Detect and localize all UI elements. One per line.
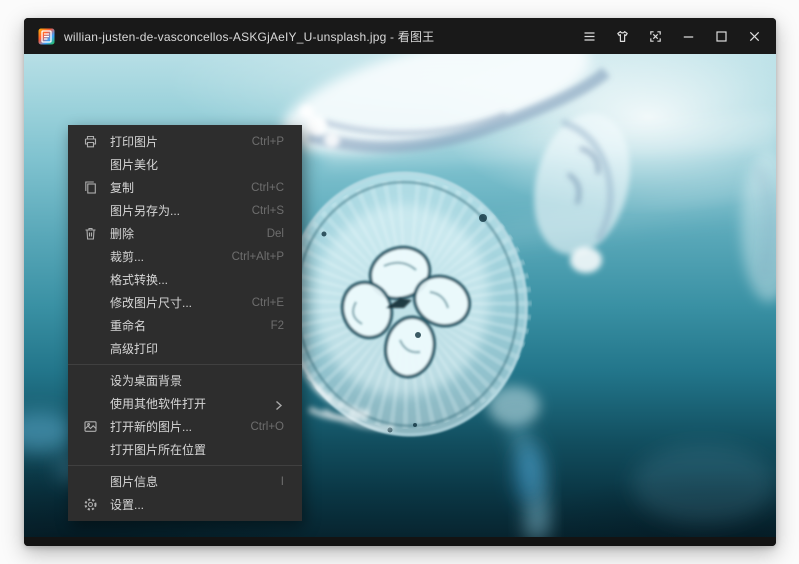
submenu-arrow-icon [273,398,284,409]
menu-item-shortcut: Ctrl+E [252,297,284,309]
menu-item-delete[interactable]: 删除 Del [68,222,302,245]
menu-item-label: 打印图片 [110,133,240,150]
menu-item-label: 裁剪... [110,248,220,265]
menu-separator [68,465,302,466]
menu-item-open-with[interactable]: 使用其他软件打开 [68,392,302,415]
menu-item-shortcut: Ctrl+Alt+P [232,251,284,263]
menu-item-open-new[interactable]: 打开新的图片... Ctrl+O [68,415,302,438]
app-icon[interactable] [38,28,55,45]
menu-item-label: 复制 [110,179,239,196]
menu-item-advanced-print[interactable]: 高级打印 [68,337,302,360]
trash-icon [82,226,98,242]
menu-item-shortcut: I [281,476,284,488]
menu-item-resize[interactable]: 修改图片尺寸... Ctrl+E [68,291,302,314]
menu-item-label: 重命名 [110,317,259,334]
menu-item-format-convert[interactable]: 格式转换... [68,268,302,291]
menu-item-set-wallpaper[interactable]: 设为桌面背景 [68,369,302,392]
menu-item-label: 格式转换... [110,271,272,288]
menu-item-copy[interactable]: 复制 Ctrl+C [68,176,302,199]
window-controls [564,28,762,44]
menu-item-label: 图片另存为... [110,202,240,219]
image-icon [82,419,98,435]
hamburger-icon [582,29,597,44]
maximize-button[interactable] [713,28,729,44]
menu-item-shortcut: Del [267,228,284,240]
menu-item-label: 删除 [110,225,255,242]
menu-button[interactable] [581,28,597,44]
menu-item-image-info[interactable]: 图片信息 I [68,470,302,493]
fullscreen-icon [648,29,663,44]
app-window: willian-justen-de-vasconcellos-ASKGjAeIY… [24,18,776,546]
window-title: willian-justen-de-vasconcellos-ASKGjAeIY… [64,28,564,45]
shirt-icon [615,29,630,44]
menu-item-crop[interactable]: 裁剪... Ctrl+Alt+P [68,245,302,268]
menu-item-label: 打开图片所在位置 [110,441,272,458]
menu-item-shortcut: Ctrl+O [250,421,284,433]
menu-item-label: 设为桌面背景 [110,372,272,389]
menu-item-label: 使用其他软件打开 [110,395,261,412]
menu-item-label: 打开新的图片... [110,418,238,435]
close-button[interactable] [746,28,762,44]
close-icon [747,29,762,44]
menu-item-settings[interactable]: 设置... [68,493,302,516]
menu-item-shortcut: Ctrl+P [252,136,284,148]
menu-item-shortcut: F2 [271,320,284,332]
menu-item-rename[interactable]: 重命名 F2 [68,314,302,337]
skin-button[interactable] [614,28,630,44]
menu-item-shortcut: Ctrl+C [251,182,284,194]
minimize-icon [681,29,696,44]
menu-separator [68,364,302,365]
context-menu: 打印图片 Ctrl+P 图片美化 复制 Ctrl+C 图片另存为... Ctrl… [68,125,302,521]
fullscreen-button[interactable] [647,28,663,44]
menu-item-shortcut: Ctrl+S [252,205,284,217]
maximize-icon [714,29,729,44]
gear-icon [82,497,98,513]
menu-item-label: 图片信息 [110,473,269,490]
menu-item-beautify[interactable]: 图片美化 [68,153,302,176]
image-viewport[interactable]: 打印图片 Ctrl+P 图片美化 复制 Ctrl+C 图片另存为... Ctrl… [24,54,776,537]
title-bar[interactable]: willian-justen-de-vasconcellos-ASKGjAeIY… [24,18,776,54]
bottom-bar [24,537,776,546]
menu-item-label: 修改图片尺寸... [110,294,240,311]
menu-item-label: 设置... [110,496,272,513]
minimize-button[interactable] [680,28,696,44]
menu-item-save-as[interactable]: 图片另存为... Ctrl+S [68,199,302,222]
copy-icon [82,180,98,196]
menu-item-open-location[interactable]: 打开图片所在位置 [68,438,302,461]
menu-item-label: 高级打印 [110,340,272,357]
menu-item-print[interactable]: 打印图片 Ctrl+P [68,130,302,153]
printer-icon [82,134,98,150]
menu-item-label: 图片美化 [110,156,272,173]
